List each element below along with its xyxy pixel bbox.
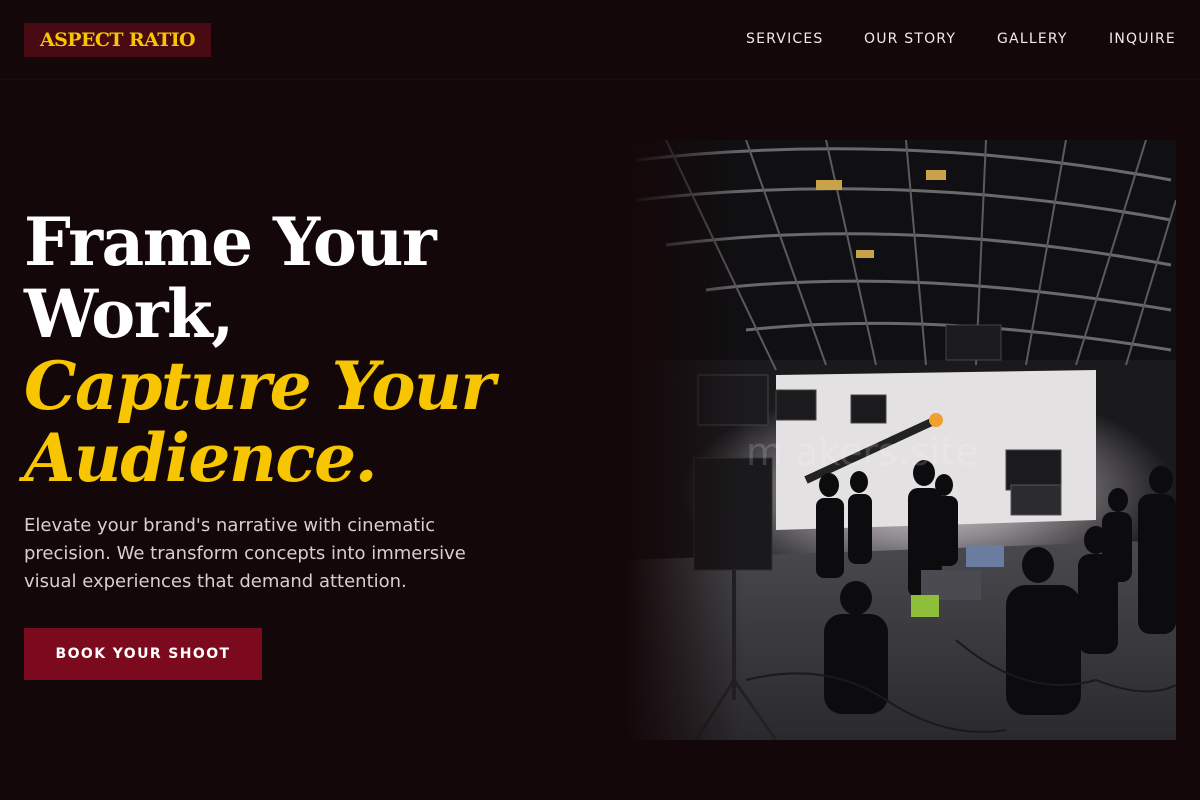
headline-line-1: Frame Your: [24, 203, 437, 281]
nav-our-story[interactable]: OUR STORY: [864, 30, 956, 48]
headline-line-2: Work,: [24, 275, 234, 353]
image-watermark: m akers.site: [746, 430, 979, 474]
hero-description: Elevate your brand's narrative with cine…: [24, 515, 466, 592]
nav-inquire[interactable]: INQUIRE: [1109, 30, 1176, 48]
headline-line-3: Capture Your: [24, 347, 495, 425]
hero-headline: Frame Your Work, Capture Your Audience.: [24, 206, 564, 494]
book-shoot-button[interactable]: BOOK YOUR SHOOT: [24, 628, 262, 680]
nav-gallery[interactable]: GALLERY: [997, 30, 1068, 48]
site-header: ASPECT RATIO SERVICES OUR STORY GALLERY …: [0, 0, 1200, 80]
brand-logo[interactable]: ASPECT RATIO: [24, 23, 211, 57]
nav-services[interactable]: SERVICES: [746, 30, 824, 48]
headline-line-4: Audience.: [24, 419, 378, 497]
studio-photo: m akers.site: [626, 140, 1176, 740]
